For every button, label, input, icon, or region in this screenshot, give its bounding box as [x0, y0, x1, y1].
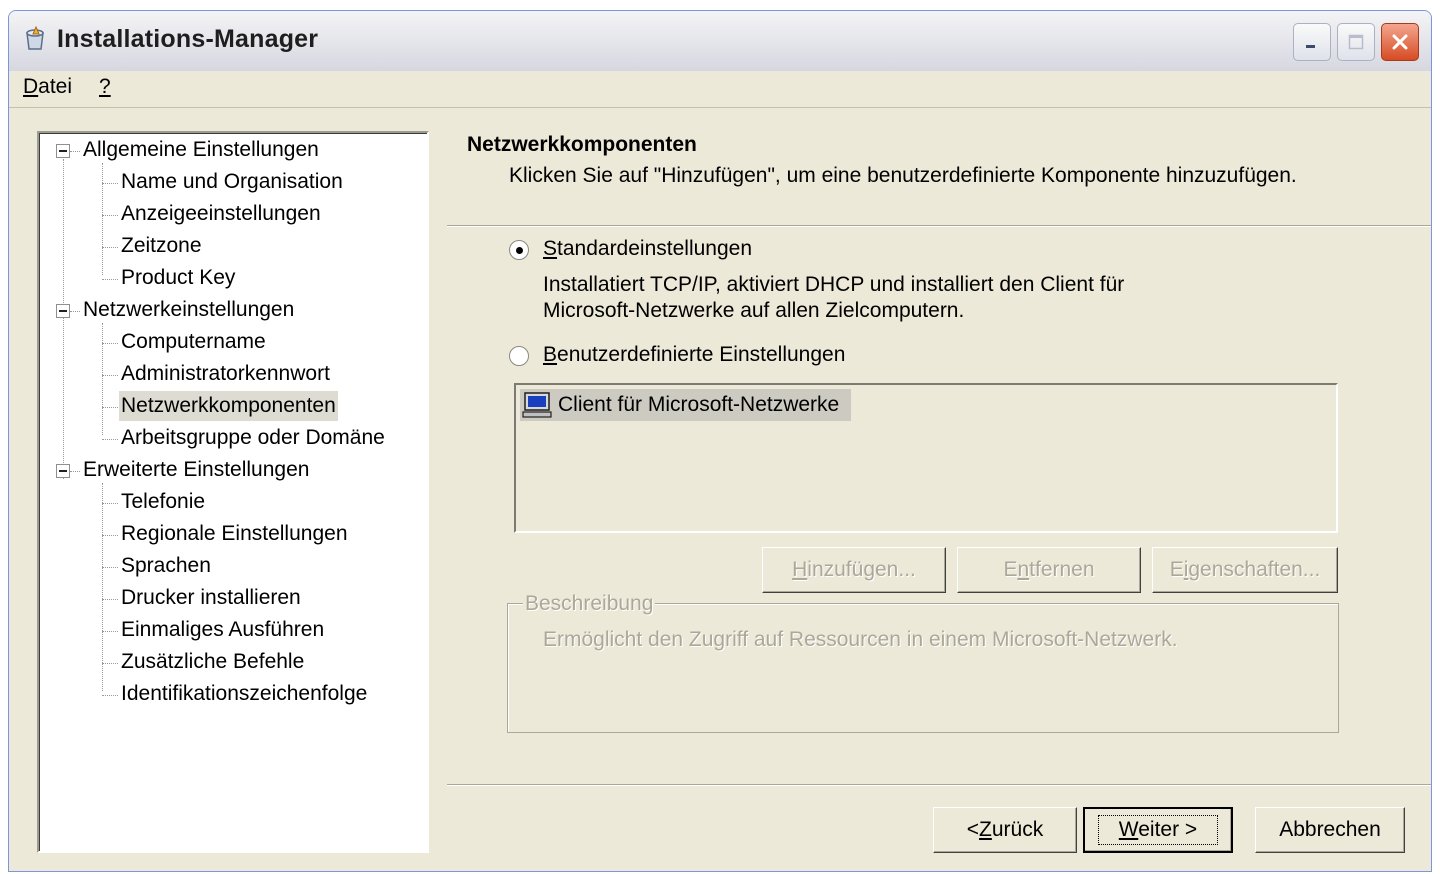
add-component-button[interactable]: Hinzufügen...	[762, 547, 946, 593]
tree-connector	[70, 471, 80, 472]
tree-group-netzwerk[interactable]: Netzwerkeinstellungen	[83, 295, 294, 325]
custom-settings-radio[interactable]	[509, 346, 529, 366]
tree-item-anzeigeeinstellungen[interactable]: Anzeigeeinstellungen	[121, 199, 321, 229]
tree-connector	[102, 247, 118, 248]
tree-item-sprachen[interactable]: Sprachen	[121, 551, 211, 581]
list-item[interactable]: Client für Microsoft-Netzwerke	[520, 389, 852, 421]
page-title: Netzwerkkomponenten	[467, 133, 697, 156]
tree-item-computername[interactable]: Computername	[121, 327, 266, 357]
next-button-focus: Weiter >	[1097, 815, 1219, 845]
title-bar[interactable]: Installations-Manager	[9, 11, 1431, 72]
tree-connector	[102, 163, 103, 275]
tree-item-regionale[interactable]: Regionale Einstellungen	[121, 519, 348, 549]
cancel-button[interactable]: Abbrechen	[1255, 807, 1405, 853]
tree-connector	[70, 151, 80, 152]
computer-icon	[522, 392, 552, 418]
tree-item-einmaliges[interactable]: Einmaliges Ausführen	[121, 615, 324, 645]
standard-description-line1: Installatiert TCP/IP, aktiviert DHCP und…	[543, 273, 1125, 296]
settings-tree[interactable]: Allgemeine Einstellungen Name und Organi…	[37, 131, 429, 853]
tree-group-erweiterte[interactable]: Erweiterte Einstellungen	[83, 455, 309, 485]
tree-item-name-organisation[interactable]: Name und Organisation	[121, 167, 343, 197]
radio-checked-dot	[516, 247, 523, 254]
menu-bar: Datei ?	[9, 71, 1431, 108]
description-text: Ermöglicht den Zugriff auf Ressourcen in…	[543, 628, 1178, 651]
remove-component-button[interactable]: En tfernen	[957, 547, 1141, 593]
custom-settings-label[interactable]: Benutzerdefinierte Einstellungen	[543, 343, 845, 367]
next-button[interactable]: Weiter >	[1083, 807, 1233, 853]
menu-item-help[interactable]: ?	[99, 75, 111, 99]
maximize-icon	[1348, 34, 1364, 50]
tree-connector	[102, 343, 118, 344]
tree-connector	[102, 663, 118, 664]
tree-connector	[102, 535, 118, 536]
tree-connector	[102, 503, 118, 504]
tree-item-arbeitsgruppe[interactable]: Arbeitsgruppe oder Domäne	[121, 423, 385, 453]
tree-connector	[102, 695, 118, 696]
close-icon	[1392, 34, 1408, 50]
menu-item-datei[interactable]: Datei	[23, 75, 72, 99]
tree-item-identifikation[interactable]: Identifikationszeichenfolge	[121, 679, 367, 709]
components-list[interactable]: Client für Microsoft-Netzwerke	[514, 383, 1338, 533]
window-title: Installations-Manager	[57, 25, 319, 53]
tree-connector	[102, 631, 118, 632]
tree-item-drucker[interactable]: Drucker installieren	[121, 583, 301, 613]
tree-connector	[102, 483, 103, 691]
minimize-button[interactable]	[1293, 23, 1331, 61]
tree-connector	[102, 215, 118, 216]
description-groupbox	[507, 603, 1339, 733]
tree-connector	[102, 323, 103, 435]
component-label: Client für Microsoft-Netzwerke	[558, 393, 840, 416]
header-divider	[447, 225, 1431, 227]
tree-item-telefonie[interactable]: Telefonie	[121, 487, 205, 517]
standard-description-line2: Microsoft-Netzwerke auf allen Zielcomput…	[543, 299, 965, 322]
tree-item-product-key[interactable]: Product Key	[121, 263, 235, 293]
minimize-icon	[1306, 45, 1315, 48]
description-legend: Beschreibung	[523, 592, 656, 616]
collapse-toggle[interactable]	[56, 464, 70, 478]
collapse-toggle[interactable]	[56, 304, 70, 318]
tree-item-administratorkennwort[interactable]: Administratorkennwort	[121, 359, 330, 389]
footer-divider	[447, 784, 1431, 786]
tree-item-zusaetzliche[interactable]: Zusätzliche Befehle	[121, 647, 304, 677]
tree-connector	[102, 279, 118, 280]
tree-item-zeitzone[interactable]: Zeitzone	[121, 231, 202, 261]
tree-connector	[102, 599, 118, 600]
tree-connector	[102, 439, 118, 440]
installations-manager-window: Installations-Manager Datei ? Allgemeine…	[8, 10, 1432, 872]
tree-connector	[102, 407, 118, 408]
back-button[interactable]: < Zurück	[933, 807, 1077, 853]
setup-manager-icon	[21, 25, 49, 53]
tree-connector	[70, 311, 80, 312]
maximize-button[interactable]	[1337, 23, 1375, 61]
tree-group-allgemeine[interactable]: Allgemeine Einstellungen	[83, 135, 319, 165]
component-properties-button[interactable]: Ei genschaften...	[1152, 547, 1338, 593]
tree-connector	[63, 159, 64, 479]
page-subtitle: Klicken Sie auf "Hinzufügen", um eine be…	[509, 164, 1297, 187]
tree-connector	[102, 567, 118, 568]
standard-settings-label[interactable]: Standardeinstellungen	[543, 237, 752, 261]
tree-connector	[102, 375, 118, 376]
close-button[interactable]	[1381, 23, 1419, 61]
standard-settings-radio[interactable]	[509, 240, 529, 260]
tree-item-netzwerkkomponenten[interactable]: Netzwerkkomponenten	[119, 391, 338, 421]
collapse-toggle[interactable]	[56, 144, 70, 158]
standard-settings-description: Installatiert TCP/IP, aktiviert DHCP und…	[543, 272, 1124, 324]
tree-connector	[102, 183, 118, 184]
